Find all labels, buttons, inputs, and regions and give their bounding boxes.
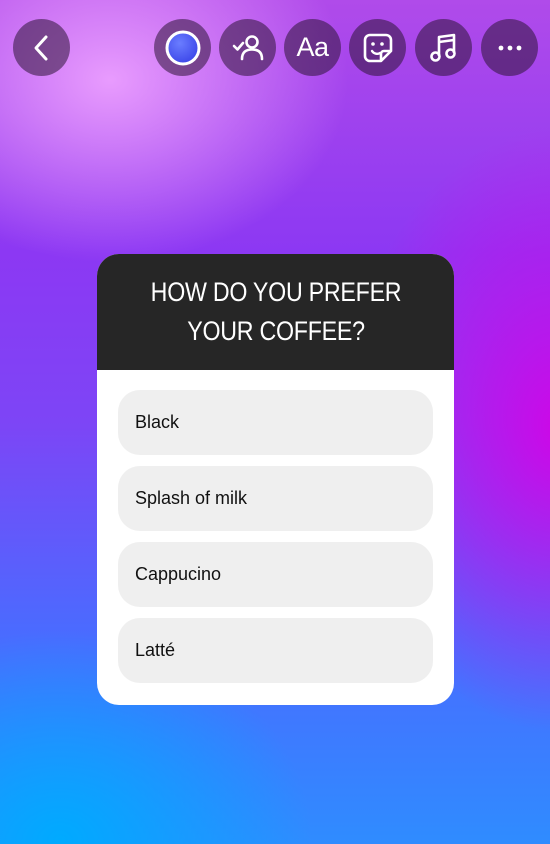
- quiz-header: HOW DO YOU PREFER YOUR COFFEE?: [97, 254, 454, 370]
- quiz-option-label: Latté: [135, 640, 176, 660]
- quiz-option-label: Cappucino: [135, 564, 222, 584]
- chevron-left-icon: [34, 35, 47, 60]
- text-icon: Aa: [296, 32, 329, 62]
- text-button[interactable]: Aa: [284, 19, 341, 76]
- quiz-option[interactable]: Black: [118, 390, 433, 455]
- quiz-option-label: Black: [135, 412, 180, 432]
- mention-person-icon: [232, 34, 263, 60]
- quiz-option[interactable]: Latté: [118, 618, 433, 683]
- music-button[interactable]: [415, 19, 472, 76]
- quiz-question: HOW DO YOU PREFER YOUR COFFEE?: [150, 277, 401, 346]
- more-icon: [498, 45, 521, 50]
- more-button[interactable]: [481, 19, 538, 76]
- quiz-sticker[interactable]: HOW DO YOU PREFER YOUR COFFEE? Black Spl…: [97, 254, 454, 705]
- quiz-option[interactable]: Cappucino: [118, 542, 433, 607]
- music-note-icon: [429, 33, 456, 62]
- mention-button[interactable]: [219, 19, 276, 76]
- quiz-option[interactable]: Splash of milk: [118, 466, 433, 531]
- back-button[interactable]: [13, 19, 70, 76]
- sticker-icon: [363, 33, 392, 62]
- quiz-option-label: Splash of milk: [135, 488, 248, 508]
- quiz-options: Black Splash of milk Cappucino Latté: [97, 370, 454, 683]
- color-picker-button[interactable]: [154, 19, 211, 76]
- sticker-button[interactable]: [349, 19, 406, 76]
- color-circle-icon: [165, 30, 200, 65]
- story-toolbar: Aa: [0, 19, 550, 77]
